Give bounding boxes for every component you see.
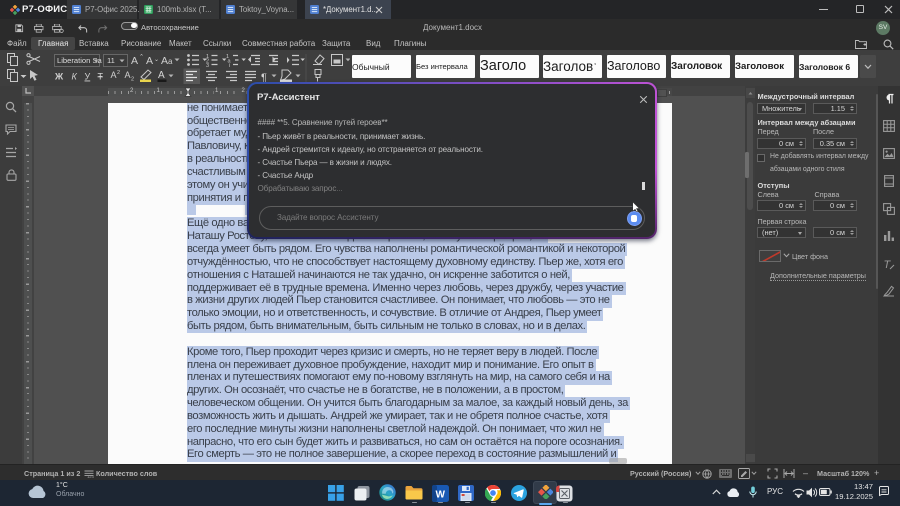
svg-text:11: 11 bbox=[107, 56, 115, 65]
svg-text:⌃: ⌃ bbox=[139, 54, 144, 61]
svg-text:А: А bbox=[125, 70, 131, 80]
svg-text:i: i bbox=[229, 63, 230, 69]
svg-text:У: У bbox=[85, 72, 91, 82]
svg-text:К: К bbox=[72, 72, 78, 82]
svg-text:Ж: Ж bbox=[54, 72, 64, 82]
svg-text:⌄: ⌄ bbox=[154, 57, 159, 63]
svg-text:а: а bbox=[168, 57, 173, 66]
svg-text:Ŧ: Ŧ bbox=[98, 72, 104, 82]
svg-text:А: А bbox=[158, 70, 165, 81]
svg-text:2: 2 bbox=[131, 77, 134, 83]
svg-text:123: 123 bbox=[87, 474, 94, 478]
svg-text:W: W bbox=[436, 489, 446, 500]
svg-text:А: А bbox=[161, 55, 168, 67]
svg-text:А: А bbox=[131, 55, 138, 67]
svg-text:2: 2 bbox=[117, 70, 120, 76]
svg-text:А: А bbox=[146, 55, 153, 67]
svg-text:3: 3 bbox=[206, 63, 209, 69]
svg-text:А: А bbox=[111, 70, 117, 80]
